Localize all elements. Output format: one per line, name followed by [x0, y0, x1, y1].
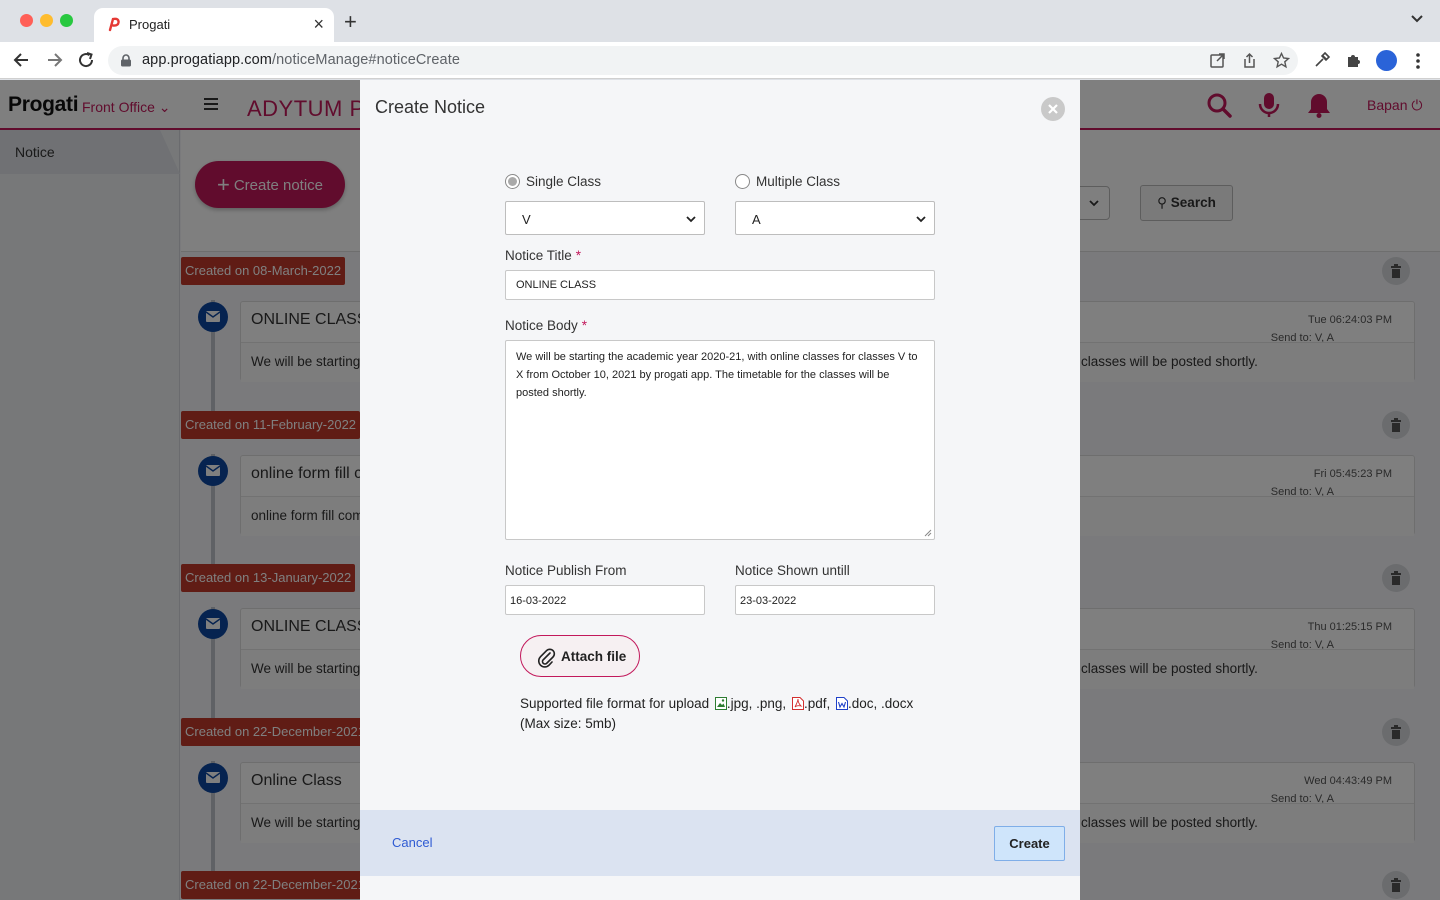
notice-title-value: ONLINE CLASS	[516, 279, 597, 291]
window-zoom-button[interactable]	[60, 14, 73, 27]
extensions-puzzle-icon[interactable]	[1345, 51, 1363, 69]
browser-toolbar: app.progatiapp.com/noticeManage#noticeCr…	[0, 42, 1440, 79]
publish-from-value: 16-03-2022	[510, 595, 567, 607]
modal-title: Create Notice	[375, 97, 486, 117]
resize-handle-icon[interactable]	[924, 529, 932, 537]
progati-favicon-icon	[108, 17, 120, 32]
pdf-file-icon	[791, 697, 804, 710]
single-class-label: Single Class	[526, 174, 602, 189]
chevron-down-icon	[916, 216, 926, 223]
notice-title-label: Notice Title *	[505, 248, 582, 263]
browser-menu-icon[interactable]	[1412, 52, 1424, 70]
attach-file-label: Attach file	[561, 649, 627, 664]
share-icon[interactable]	[1241, 52, 1258, 69]
lock-icon	[121, 54, 131, 67]
eyedropper-extension-icon[interactable]	[1313, 51, 1331, 69]
notice-title-input[interactable]: ONLINE CLASS	[505, 270, 935, 300]
shown-until-label: Notice Shown untill	[735, 563, 850, 578]
close-icon[interactable]	[1041, 97, 1065, 121]
window-minimize-button[interactable]	[40, 14, 53, 27]
address-bar[interactable]: app.progatiapp.com/noticeManage#noticeCr…	[108, 46, 1298, 75]
word-file-icon	[836, 697, 848, 710]
notice-body-textarea[interactable]: We will be starting the academic year 20…	[505, 340, 935, 540]
forward-arrow-icon[interactable]	[44, 50, 64, 70]
class-select-value: V	[522, 212, 531, 227]
multiple-class-radio[interactable]	[735, 174, 750, 189]
class-select[interactable]: V	[505, 201, 705, 235]
section-select-value: A	[752, 212, 761, 227]
reload-icon[interactable]	[76, 50, 96, 70]
single-class-radio[interactable]	[505, 174, 520, 189]
supported-formats-text: Supported file format for upload .jpg, .…	[520, 696, 914, 731]
image-file-icon	[714, 697, 727, 710]
paperclip-icon	[538, 648, 556, 668]
profile-avatar[interactable]	[1376, 50, 1397, 71]
publish-from-date-input[interactable]: 16-03-2022	[505, 585, 705, 615]
shown-until-value: 23-03-2022	[740, 595, 797, 607]
browser-tab[interactable]: Progati ×	[94, 8, 334, 42]
back-arrow-icon[interactable]	[12, 50, 32, 70]
notice-body-value: We will be starting the academic year 20…	[516, 351, 918, 399]
cancel-link[interactable]: Cancel	[392, 835, 432, 850]
modal-footer: Cancel Create	[360, 810, 1080, 876]
max-size-text: (Max size: 5mb)	[520, 716, 617, 731]
window-close-button[interactable]	[20, 14, 33, 27]
section-select[interactable]: A	[735, 201, 935, 235]
multiple-class-label: Multiple Class	[756, 174, 841, 189]
tab-search-chevron-icon[interactable]	[1410, 12, 1424, 26]
tab-close-icon[interactable]: ×	[313, 14, 324, 34]
bookmark-star-icon[interactable]	[1273, 52, 1290, 69]
create-notice-modal: Create Notice Single Class Multiple Clas…	[360, 80, 1080, 900]
tab-title: Progati	[129, 17, 171, 32]
attach-file-button[interactable]: Attach file	[520, 635, 640, 677]
publish-from-label: Notice Publish From	[505, 563, 627, 578]
shown-until-date-input[interactable]: 23-03-2022	[735, 585, 935, 615]
browser-tabstrip: Progati × +	[0, 0, 1440, 42]
notice-body-label: Notice Body *	[505, 318, 588, 333]
chevron-down-icon	[686, 216, 696, 223]
url-text: app.progatiapp.com/noticeManage#noticeCr…	[142, 52, 460, 68]
open-in-app-icon[interactable]	[1209, 52, 1226, 69]
create-button[interactable]: Create	[994, 826, 1065, 861]
new-tab-icon[interactable]: +	[344, 11, 357, 33]
